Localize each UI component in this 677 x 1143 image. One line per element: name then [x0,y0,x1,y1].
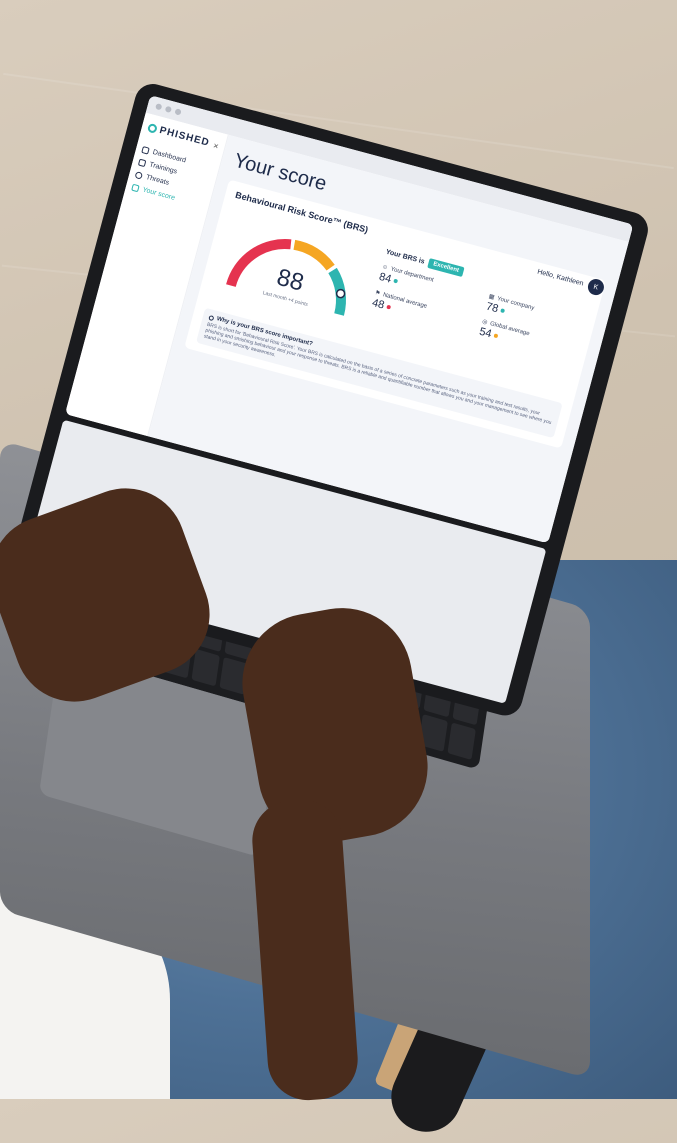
sidebar-item-label: Trainings [148,161,178,176]
gauge-arc-orange [293,239,335,271]
dashboard-icon [141,146,150,155]
window-dot[interactable] [155,103,163,111]
building-icon: ▦ [488,293,496,302]
close-icon[interactable]: × [212,140,220,151]
brand-name: PHISHED [158,124,211,149]
trainings-icon [137,158,147,168]
window-dot[interactable] [164,105,173,114]
status-dot [493,333,499,339]
lightbulb-icon [208,314,215,321]
flag-icon: ⚑ [374,290,381,298]
keyboard-key[interactable] [446,722,476,760]
status-dot [393,278,399,284]
sidebar-item-label: Your score [141,186,176,202]
sidebar-item-label: Dashboard [151,148,187,165]
sidebar-item-label: Threats [145,173,170,187]
status-badge: Excellent [427,258,465,278]
stat-value: 48 [370,296,386,312]
phished-logo-icon [146,122,158,134]
status-dot [500,308,506,314]
stat-value: 84 [377,270,393,286]
window-dot[interactable] [174,108,182,116]
threats-icon [134,171,144,180]
status-dot [386,304,392,310]
stat-value: 78 [484,300,500,316]
globe-icon: ◎ [481,318,488,327]
keyboard-key[interactable] [191,649,221,687]
brs-card: Behavioural Risk Score™ (BRS) 88 Last mo… [184,179,607,449]
brs-status-label: Your BRS is [385,248,426,266]
stat-value: 54 [477,325,493,341]
trophy-icon [131,183,140,193]
